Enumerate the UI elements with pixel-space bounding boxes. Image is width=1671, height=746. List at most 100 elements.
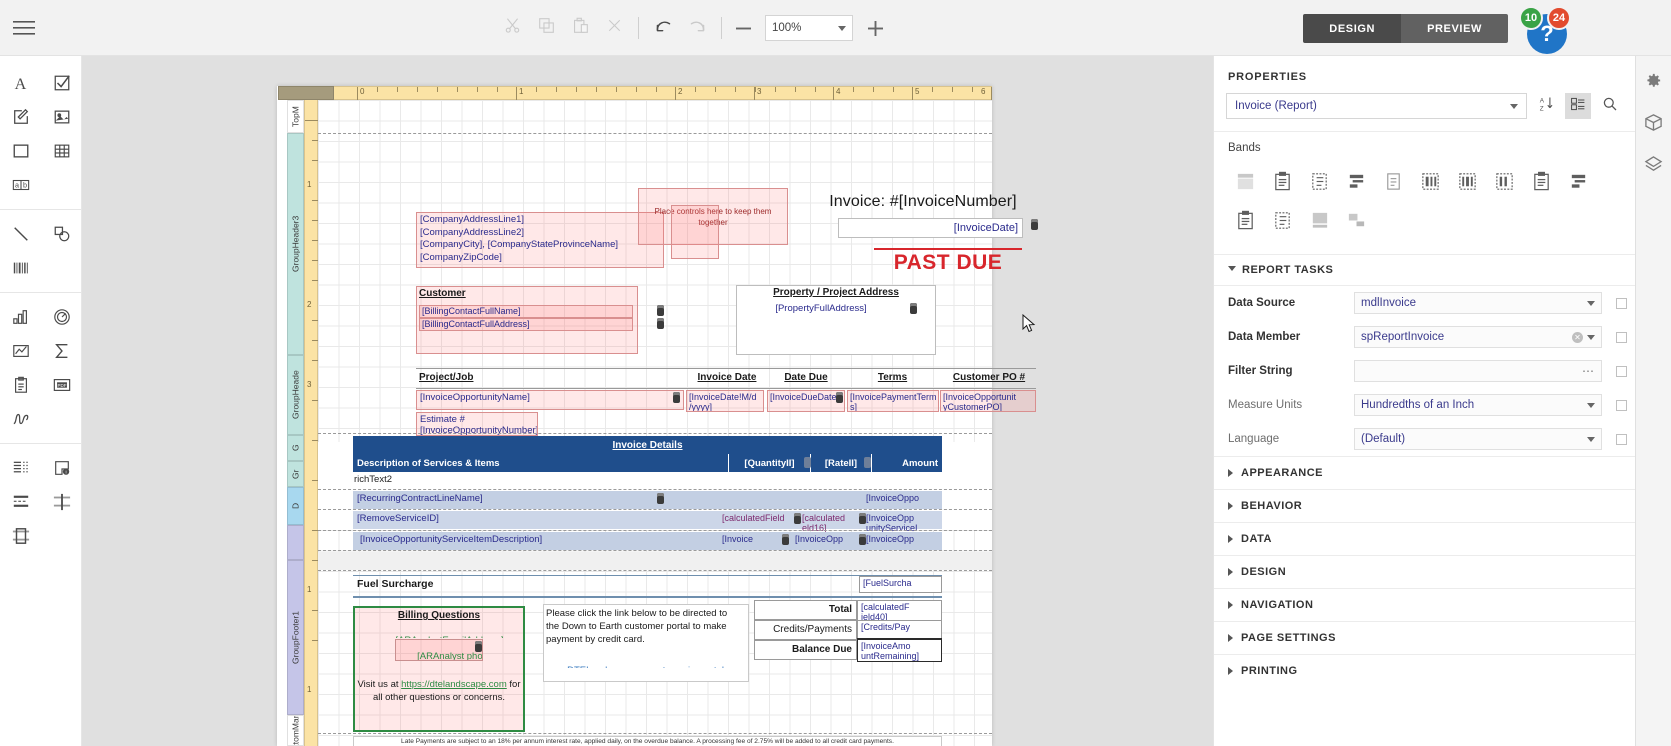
calculated-field-quantity[interactable]: [calculatedField	[722, 513, 794, 527]
hamburger-menu-button[interactable]	[0, 0, 48, 56]
band-top-margin[interactable]: TopM	[287, 100, 304, 133]
accordion-page-settings[interactable]: PAGE SETTINGS	[1214, 621, 1635, 654]
tab-preview[interactable]: PREVIEW	[1401, 14, 1508, 43]
remove-service-id-field[interactable]: [RemoveServiceID]	[357, 513, 537, 527]
opportunity-name-field[interactable]: [InvoiceOpportunityName]	[416, 390, 684, 410]
zoom-out-button[interactable]	[729, 14, 757, 42]
filter-string-field[interactable]: ⋯	[1354, 360, 1602, 382]
item-amount-field[interactable]: [InvoiceOpp	[866, 534, 942, 548]
top-margin-band-icon[interactable]	[1228, 164, 1263, 199]
data-member-field[interactable]: spReportInvoice ✕	[1354, 326, 1602, 348]
barcode-tool[interactable]	[0, 251, 41, 285]
band-extra-1-icon[interactable]	[1302, 203, 1337, 238]
invoice-number-title[interactable]: Invoice: #[InvoiceNumber]	[803, 193, 1043, 215]
chart-tool[interactable]	[0, 300, 41, 334]
gauge-tool[interactable]	[41, 300, 82, 334]
band-groupheader1[interactable]: G	[287, 435, 304, 461]
recurring-contract-name-field[interactable]: [RecurringContractLineName]	[357, 493, 607, 507]
categorized-view-button[interactable]	[1565, 93, 1591, 119]
page-footer-band-icon[interactable]	[1524, 164, 1559, 199]
table-tool[interactable]	[41, 134, 82, 168]
signature-tool[interactable]	[0, 402, 41, 436]
rich-text2-element[interactable]: richText2	[354, 474, 434, 488]
group-header-band-icon[interactable]	[1339, 164, 1374, 199]
balance-due-value[interactable]: [InvoiceAmo untRemaining]	[857, 638, 942, 662]
horizontal-ruler[interactable]: 0 1 2 3 4 5 6	[278, 86, 992, 101]
customer-po-value[interactable]: [InvoiceOpportunit yCustomerPO]	[940, 390, 1036, 412]
fuel-surcharge-value[interactable]: [FuelSurcha	[859, 576, 942, 593]
zoom-level-select[interactable]: 100%	[765, 15, 853, 41]
copy-button[interactable]	[529, 11, 563, 45]
data-member-expression-button[interactable]	[1616, 331, 1627, 343]
vertical-band-icon[interactable]	[1265, 203, 1300, 238]
ellipsis-icon[interactable]: ⋯	[1582, 364, 1595, 378]
badge-red-count[interactable]: 24	[1547, 6, 1571, 30]
accordion-data[interactable]: DATA	[1214, 522, 1635, 555]
invoice-date-value[interactable]: [InvoiceDate!M/d /yyyy]	[686, 390, 764, 412]
item-quantity-field[interactable]: [Invoice	[722, 534, 782, 548]
label-tool-A[interactable]: A	[0, 66, 41, 100]
subreport-tool[interactable]	[0, 368, 41, 402]
sparkline-tool[interactable]	[0, 334, 41, 368]
band-groupheader2[interactable]: GroupHeade	[287, 355, 304, 435]
accordion-design[interactable]: DESIGN	[1214, 555, 1635, 588]
tab-design[interactable]: DESIGN	[1303, 14, 1402, 43]
accordion-navigation[interactable]: NAVIGATION	[1214, 588, 1635, 621]
checkbox-tool[interactable]	[41, 66, 82, 100]
band-groupfooter0-strip[interactable]	[287, 525, 304, 560]
details-col-rate[interactable]: [RateII]	[811, 454, 872, 472]
portal-link[interactable]: DTELandscape.propertyserviceportal.com	[567, 665, 744, 668]
recurring-amount-field[interactable]: [InvoiceOppo	[866, 493, 942, 507]
data-source-field[interactable]: mdlInvoice	[1354, 292, 1602, 314]
billing-contact-name-field[interactable]: [BillingContactFullName]	[419, 305, 633, 318]
paste-button[interactable]	[563, 11, 597, 45]
item-rate-field[interactable]: [InvoiceOpp	[795, 534, 861, 548]
accordion-printing[interactable]: PRINTING	[1214, 654, 1635, 687]
shape-tool[interactable]	[41, 217, 82, 251]
cut-button[interactable]	[495, 11, 529, 45]
billing-contact-address-field[interactable]: [BillingContactFullAddress]	[419, 318, 633, 331]
filter-string-expression-button[interactable]	[1616, 365, 1627, 377]
clear-icon[interactable]: ✕	[1572, 331, 1583, 343]
language-field[interactable]: (Default)	[1354, 428, 1602, 450]
total-value[interactable]: [calculatedF ield40]	[857, 600, 942, 622]
panel-tool[interactable]	[0, 134, 41, 168]
sum-total-tool[interactable]	[41, 334, 82, 368]
page-break-tool[interactable]	[0, 485, 41, 519]
due-date-value[interactable]: [InvoiceDueDate	[767, 390, 845, 412]
band-detail[interactable]: D	[287, 487, 304, 525]
language-expression-button[interactable]	[1616, 433, 1627, 445]
details-col-quantity[interactable]: [QuantityII]	[729, 454, 811, 472]
line-tool[interactable]	[0, 217, 41, 251]
band-groupheader3[interactable]: GroupHeader3	[287, 133, 304, 355]
cross-band-line-tool[interactable]	[41, 485, 82, 519]
past-due-label[interactable]: PAST DUE	[838, 251, 1058, 277]
report-tasks-header[interactable]: REPORT TASKS	[1214, 254, 1635, 286]
report-footer-band-icon[interactable]	[1487, 164, 1522, 199]
redo-button[interactable]	[680, 11, 714, 45]
sub-band-icon[interactable]	[1228, 203, 1263, 238]
band-bottom-margin[interactable]: BottomMargin	[287, 715, 304, 746]
detail-report-band-icon[interactable]	[1413, 164, 1448, 199]
item-description-field[interactable]: [InvoiceOpportunityServiceItemDescriptio…	[360, 534, 640, 548]
detail-band-icon[interactable]	[1376, 164, 1411, 199]
search-button[interactable]	[1597, 93, 1623, 119]
badge-green-count[interactable]: 10	[1519, 6, 1543, 30]
measure-units-expression-button[interactable]	[1616, 399, 1627, 411]
ar-phone-field[interactable]: [ARAnalyst phone number]	[395, 639, 483, 661]
band-extra-2-icon[interactable]	[1339, 203, 1374, 238]
accordion-behavior[interactable]: BEHAVIOR	[1214, 489, 1635, 522]
picture-tool[interactable]	[41, 100, 82, 134]
selected-object-dropdown[interactable]: Invoice (Report)	[1226, 93, 1527, 119]
box-3d-icon[interactable]	[1642, 110, 1666, 134]
portal-link-wrap[interactable]: DTELandscape.propertyserviceportal.com	[546, 654, 752, 668]
measure-units-field[interactable]: Hundredths of an Inch	[1354, 394, 1602, 416]
gear-icon[interactable]	[1642, 68, 1666, 92]
page-info-detail-tool[interactable]: i	[41, 451, 82, 485]
ar-email-field[interactable]: [ARAnalystEmailAddress]	[356, 624, 522, 638]
fuel-surcharge-label[interactable]: Fuel Surcharge	[357, 578, 517, 594]
page-header-band-icon[interactable]	[1302, 164, 1337, 199]
page-info-tool[interactable]	[0, 451, 41, 485]
company-address-field[interactable]: [CompanyAddressLine1] [CompanyAddressLin…	[416, 212, 664, 268]
character-comb-tool[interactable]: ab	[0, 168, 41, 202]
